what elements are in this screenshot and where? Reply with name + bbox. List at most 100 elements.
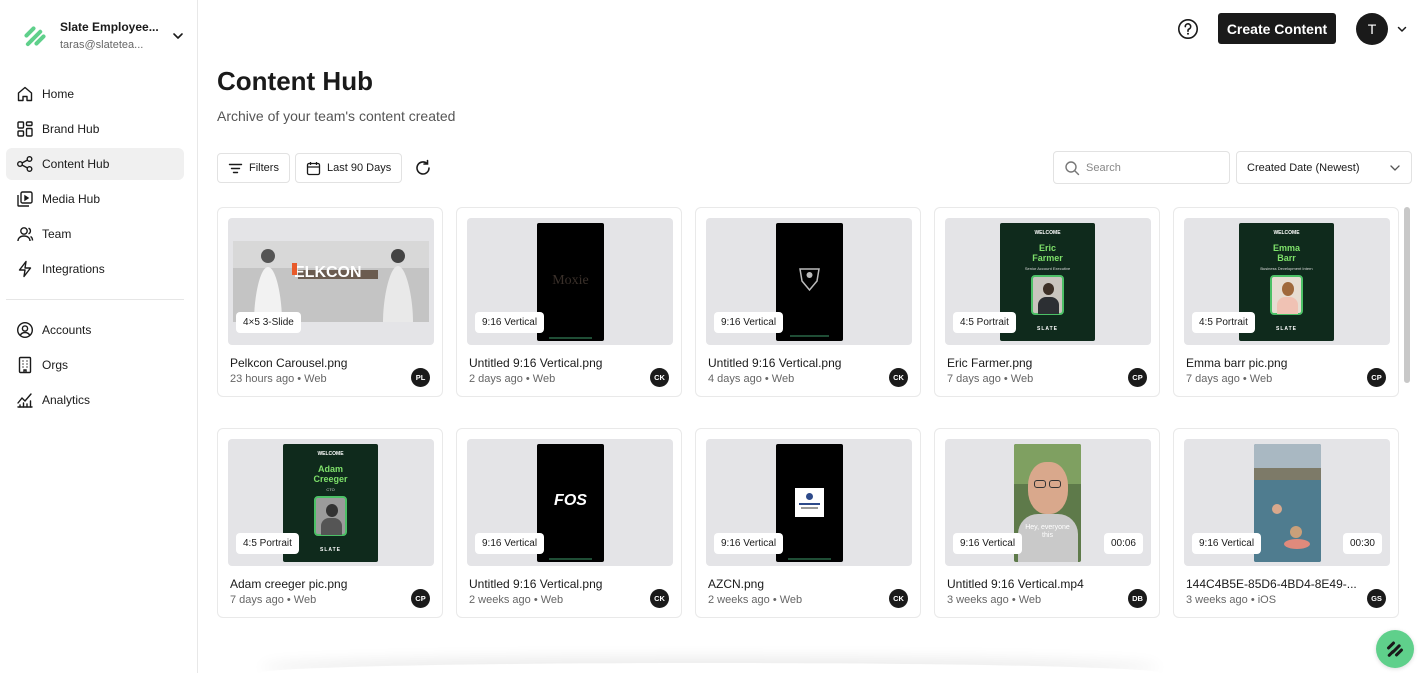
- app-root: Slate Employee... taras@slatetea... Home…: [0, 0, 1421, 673]
- content-scrollbar[interactable]: [1404, 207, 1410, 383]
- welcome-name-last: Barr: [1277, 253, 1296, 263]
- sidebar-item-accounts[interactable]: Accounts: [6, 314, 184, 346]
- creator-avatar: CK: [650, 368, 669, 387]
- welcome-role: CTO: [326, 487, 335, 492]
- format-badge: 4:5 Portrait: [953, 312, 1016, 333]
- format-badge: 9:16 Vertical: [475, 533, 545, 554]
- content-card[interactable]: 9:16 Vertical AZCN.png 2 weeks ago • Web…: [695, 428, 921, 618]
- card-thumbnail: FOS 9:16 Vertical: [467, 439, 673, 566]
- format-badge: 9:16 Vertical: [475, 312, 545, 333]
- profile-photo: [1270, 275, 1303, 315]
- filters-button[interactable]: Filters: [217, 153, 290, 183]
- profile-photo: [314, 496, 347, 536]
- card-title: Untitled 9:16 Vertical.png: [469, 356, 603, 370]
- user-circle-icon: [16, 321, 34, 339]
- content-card[interactable]: FOS 9:16 Vertical Untitled 9:16 Vertical…: [456, 428, 682, 618]
- content-card[interactable]: Moxie 9:16 Vertical Untitled 9:16 Vertic…: [456, 207, 682, 397]
- vertical-preview: Moxie: [537, 223, 604, 341]
- filter-lines-icon: [228, 163, 243, 173]
- avatar: T: [1356, 13, 1388, 45]
- media-icon: [17, 191, 33, 207]
- sidebar-item-label: Home: [42, 87, 75, 101]
- sidebar-item-orgs[interactable]: Orgs: [6, 349, 184, 381]
- card-title: Eric Farmer.png: [947, 356, 1033, 370]
- user-menu[interactable]: T: [1356, 13, 1412, 45]
- card-meta: 23 hours ago • Web: [230, 373, 327, 385]
- content-card[interactable]: WELCOME Adam Creeger CTO SLATE 4:5 Portr…: [217, 428, 443, 618]
- welcome-name-first: Emma: [1272, 243, 1300, 253]
- page-title: Content Hub: [217, 66, 373, 96]
- slate-logo-icon: [24, 26, 46, 47]
- sidebar-item-label: Brand Hub: [42, 122, 100, 136]
- card-title: Pelkcon Carousel.png: [230, 356, 348, 370]
- vertical-preview: [776, 444, 843, 562]
- org-switcher[interactable]: Slate Employee... taras@slatetea...: [20, 14, 185, 58]
- card-title: Adam creeger pic.png: [230, 577, 348, 591]
- video-caption: Hey, everyone this: [1025, 524, 1070, 539]
- content-card[interactable]: 9:16 Vertical Untitled 9:16 Vertical.png…: [695, 207, 921, 397]
- chart-line-icon: [17, 393, 33, 408]
- sidebar-item-home[interactable]: Home: [6, 78, 184, 110]
- format-badge: 4×5 3-Slide: [236, 312, 301, 333]
- card-meta: 2 weeks ago • Web: [469, 594, 564, 606]
- card-meta: 4 days ago • Web: [708, 373, 795, 385]
- slate-logo-icon: [1387, 641, 1403, 657]
- content-card[interactable]: WELCOME Eric Farmer Senior Account Execu…: [934, 207, 1160, 397]
- creator-avatar: PL: [411, 368, 430, 387]
- card-thumbnail: Hey, everyone this 9:16 Vertical 00:06: [945, 439, 1151, 566]
- sidebar-item-integrations[interactable]: Integrations: [6, 253, 184, 285]
- sidebar-item-analytics[interactable]: Analytics: [6, 384, 184, 416]
- duration-badge: 00:06: [1103, 533, 1143, 554]
- profile-photo: [1031, 275, 1064, 315]
- welcome-name-first: Adam: [317, 464, 343, 474]
- org-name: Slate Employee...: [60, 20, 159, 34]
- content-grid: ELKCON 4×5 3-Slide Pelkcon Carousel.png …: [217, 207, 1400, 673]
- welcome-label: WELCOME: [1273, 230, 1300, 236]
- card-meta: 2 weeks ago • Web: [708, 594, 803, 606]
- card-title: Untitled 9:16 Vertical.png: [708, 356, 842, 370]
- card-thumbnail: WELCOME Adam Creeger CTO SLATE 4:5 Portr…: [228, 439, 434, 566]
- refresh-icon[interactable]: [413, 158, 433, 178]
- sidebar-item-media-hub[interactable]: Media Hub: [6, 183, 184, 215]
- card-meta: 7 days ago • Web: [230, 594, 317, 606]
- creator-avatar: GS: [1367, 589, 1386, 608]
- content-card[interactable]: Hey, everyone this 9:16 Vertical 00:06 U…: [934, 428, 1160, 618]
- content-card[interactable]: ELKCON 4×5 3-Slide Pelkcon Carousel.png …: [217, 207, 443, 397]
- sort-select[interactable]: Created Date (Newest): [1236, 151, 1412, 184]
- content-card[interactable]: 9:16 Vertical 00:30 144C4B5E-85D6-4BD4-8…: [1173, 428, 1399, 618]
- calendar-icon: [306, 161, 321, 175]
- date-range-button[interactable]: Last 90 Days: [295, 153, 403, 183]
- welcome-label: WELCOME: [1034, 230, 1061, 236]
- creator-avatar: DB: [1128, 589, 1147, 608]
- thumb-overlay-text: FOS: [554, 492, 587, 509]
- sidebar-item-label: Integrations: [42, 262, 105, 276]
- welcome-name-last: Creeger: [313, 474, 348, 484]
- sidebar-item-content-hub[interactable]: Content Hub: [6, 148, 184, 180]
- lightning-icon: [18, 260, 32, 278]
- card-thumbnail: Moxie 9:16 Vertical: [467, 218, 673, 345]
- date-range-label: Last 90 Days: [327, 162, 392, 174]
- search-input[interactable]: [1086, 161, 1216, 174]
- chevron-down-icon: [1397, 26, 1407, 32]
- card-title: 144C4B5E-85D6-4BD4-8E49-...: [1186, 577, 1357, 591]
- create-content-button[interactable]: Create Content: [1218, 13, 1336, 44]
- welcome-role: Business Development Intern: [1260, 266, 1313, 271]
- team-icon: [17, 227, 34, 242]
- sidebar-item-team[interactable]: Team: [6, 218, 184, 250]
- search-field[interactable]: [1053, 151, 1230, 184]
- welcome-name-last: Farmer: [1032, 253, 1063, 263]
- creator-avatar: CP: [411, 589, 430, 608]
- content-card[interactable]: WELCOME Emma Barr Business Development I…: [1173, 207, 1399, 397]
- crest-icon: [790, 268, 829, 337]
- help-icon[interactable]: [1177, 18, 1199, 40]
- creator-avatar: CK: [889, 589, 908, 608]
- creator-avatar: CK: [889, 368, 908, 387]
- card-thumbnail: WELCOME Emma Barr Business Development I…: [1184, 218, 1390, 345]
- home-icon: [17, 86, 33, 102]
- sidebar-item-brand-hub[interactable]: Brand Hub: [6, 113, 184, 145]
- slate-assistant-button[interactable]: [1376, 630, 1414, 668]
- sort-label: Created Date (Newest): [1247, 161, 1360, 174]
- sidebar-item-label: Content Hub: [42, 157, 110, 171]
- sidebar-item-label: Accounts: [42, 323, 92, 337]
- page-subtitle: Archive of your team's content created: [217, 108, 456, 124]
